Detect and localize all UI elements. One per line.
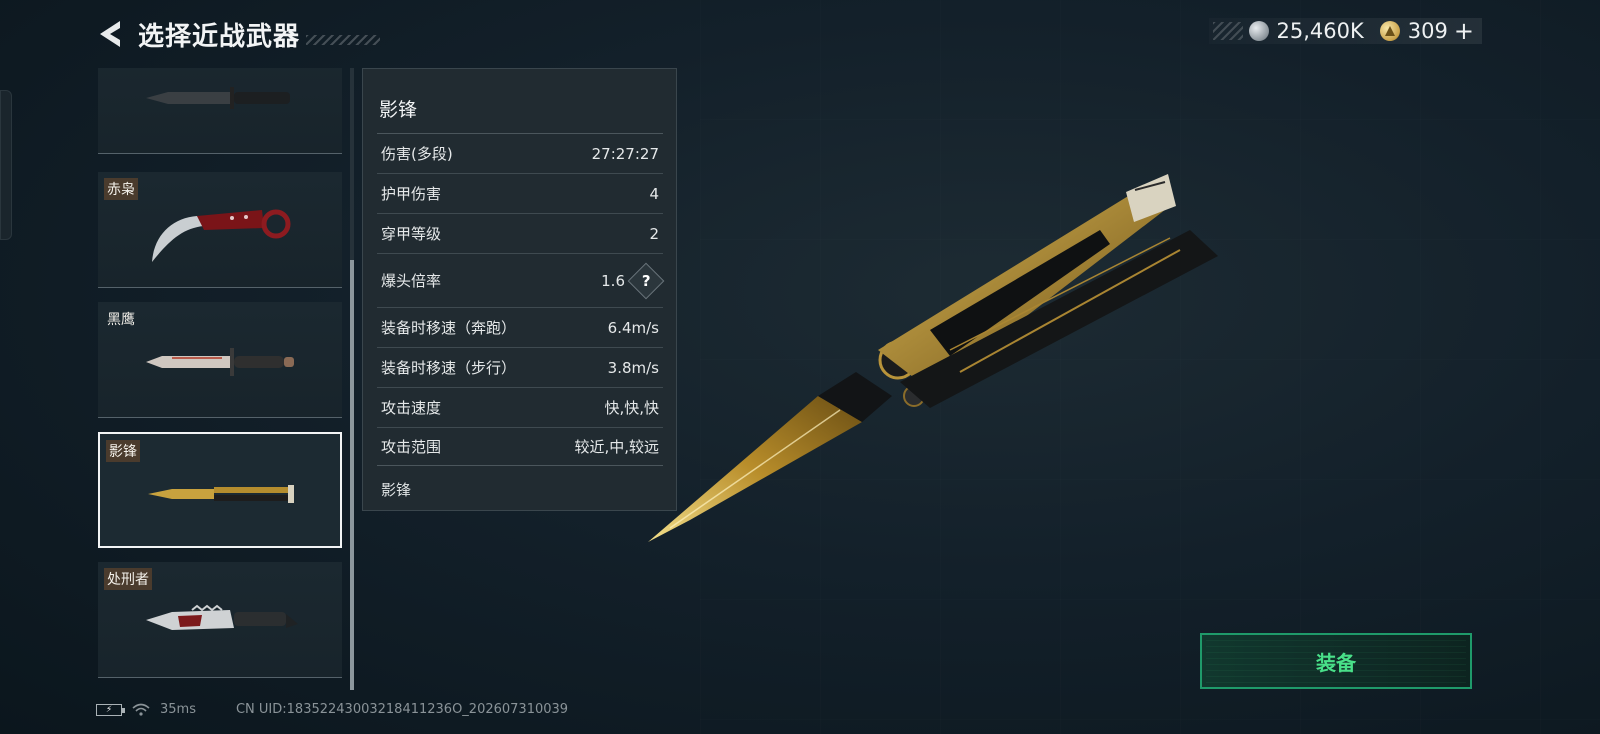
weapon-card-chixiao[interactable]: 赤枭 [98,172,342,288]
ping-value: 35ms [160,702,196,717]
weapon-list[interactable]: 赤枭 黑鹰 影锋 处刑者 [98,68,342,690]
stat-label: 伤害(多段) [381,145,453,163]
weapon-card-combat-knife[interactable] [98,68,342,154]
battery-charging-icon: ⚡ [96,703,125,716]
stat-row-headshot: 爆头倍率 1.6 ? [377,254,665,308]
weapon-card-executioner[interactable]: 处刑者 [98,562,342,678]
stat-row-armor-damage: 护甲伤害 4 [377,174,663,214]
stat-label: 装备时移速（步行） [381,359,517,377]
stat-row-attack-speed: 攻击速度 快,快,快 [377,388,663,428]
stats-weapon-name: 影锋 [379,99,418,121]
combat-knife-image [146,87,290,109]
stats-description: 影锋 [381,481,412,499]
back-button[interactable] [96,16,126,52]
weapon-card-label: 黑鹰 [107,312,135,328]
butterfly-knife-image [148,485,294,503]
stat-row-attack-range: 攻击范围 较近,中,较远 [377,428,663,466]
silver-coin-icon [1248,21,1269,41]
player-uid: CN UID:18352243003218411236O_20260731003… [235,702,569,717]
list-scrollbar-thumb[interactable] [350,260,354,690]
weapon-card-label: 处刑者 [104,568,152,590]
wifi-icon [132,703,150,716]
title-decoration [306,35,381,45]
executioner-knife-image [146,604,298,630]
stat-label: 装备时移速（奔跑） [381,319,517,337]
weapon-card-label: 赤枭 [104,178,138,200]
stat-row-penetration: 穿甲等级 2 [377,214,663,254]
gold-currency-value: 309 [1407,19,1448,43]
stat-label: 爆头倍率 [381,272,442,290]
stat-row-run-speed: 装备时移速（奔跑） 6.4m/s [377,308,663,348]
currency-bar: 25,460K 309 + [1208,18,1482,44]
silver-currency-value: 25,460K [1276,19,1364,43]
weapon-card-heiying[interactable]: 黑鹰 [98,302,342,418]
add-currency-button[interactable]: + [1454,19,1474,43]
stat-row-damage: 伤害(多段) 27:27:27 [377,134,663,174]
weapon-card-yingfeng[interactable]: 影锋 [98,432,342,548]
status-footer: ⚡ 35ms CN UID:18352243003218411236O_2026… [96,702,568,717]
karambit-image [152,209,291,262]
weapon-preview-image [648,174,1218,542]
stat-label: 攻击范围 [381,438,442,456]
bowie-knife-image [146,348,294,376]
stat-value: 1.6 [601,271,625,290]
equip-button[interactable]: 装备 [1200,633,1472,689]
stat-label: 攻击速度 [381,399,442,417]
gold-coin-icon [1379,21,1400,41]
side-drawer-handle[interactable] [0,90,12,240]
page-header: 选择近战武器 [96,14,381,54]
weapon-card-label: 影锋 [106,440,140,462]
equip-button-label: 装备 [1316,650,1356,675]
stat-row-walk-speed: 装备时移速（步行） 3.8m/s [377,348,663,388]
page-title: 选择近战武器 [138,21,301,52]
stat-label: 穿甲等级 [381,225,442,243]
back-arrow-icon [100,21,120,47]
stat-label: 护甲伤害 [381,185,442,203]
